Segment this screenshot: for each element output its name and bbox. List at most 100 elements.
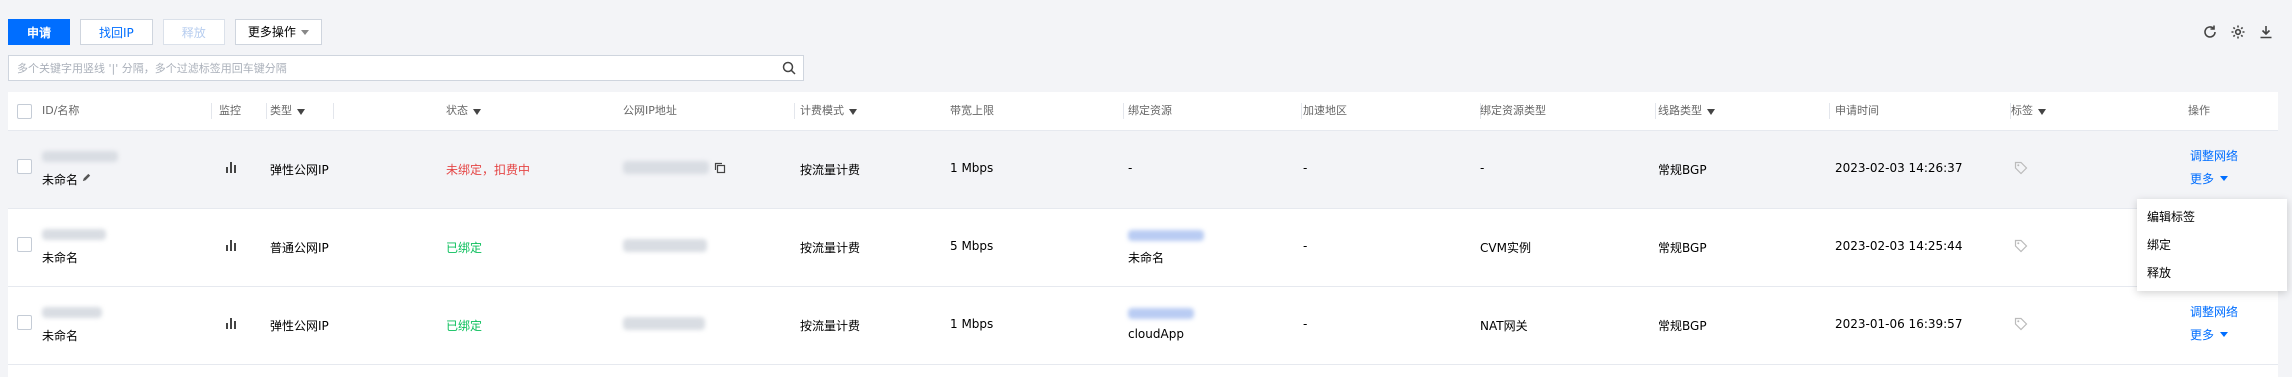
column-label: 标签 — [2011, 104, 2033, 117]
more-label: 更多 — [2190, 172, 2215, 186]
accel-region: - — [1303, 161, 1308, 175]
monitor-chart-icon[interactable] — [225, 161, 237, 176]
bound-resource-type: - — [1480, 161, 1485, 175]
masked-resource-link[interactable] — [1128, 230, 1204, 241]
search-box — [8, 55, 804, 81]
row-checkbox[interactable] — [17, 237, 32, 252]
masked-public-ip — [623, 317, 705, 330]
tag-icon[interactable] — [2014, 317, 2028, 334]
more-actions-dropdown[interactable]: 更多操作 — [234, 19, 322, 45]
tag-icon[interactable] — [2014, 239, 2028, 256]
table-header: ID/名称 监控 类型 状态 公网IP地址 计费模式 带宽上限 绑定资源 加速地… — [8, 92, 2278, 131]
table-row[interactable]: 未命名 弹性公网IP 已绑定 按流量计费 1 Mbps cloudApp - N… — [8, 287, 2278, 365]
gear-icon[interactable] — [2230, 24, 2246, 40]
masked-public-ip — [623, 161, 709, 174]
line-type: 常规BGP — [1658, 163, 1707, 177]
row-name: 未命名 — [42, 251, 79, 265]
more-label: 更多 — [2190, 328, 2215, 342]
masked-public-ip — [623, 239, 707, 252]
filter-icon[interactable] — [1707, 109, 1715, 115]
billing-mode: 按流量计费 — [800, 319, 861, 333]
select-all-checkbox[interactable] — [17, 104, 32, 119]
monitor-chart-icon[interactable] — [225, 239, 237, 254]
column-type: 类型 — [270, 92, 334, 130]
table-row[interactable]: 未命名 弹性公网IP 未绑定，扣费中 按流量计费 1 Mbps - - - 常规… — [8, 131, 2278, 209]
bound-resource: - — [1128, 161, 1133, 175]
row-checkbox[interactable] — [17, 159, 32, 174]
column-actions: 操作 — [2188, 92, 2248, 130]
table-row[interactable]: 未命名 普通公网IP 已绑定 按流量计费 5 Mbps 未命名 - CVM实例 … — [8, 209, 2278, 287]
apply-time: 2023-01-06 16:39:57 — [1835, 317, 1963, 331]
column-label: 加速地区 — [1303, 104, 1347, 117]
line-type: 常规BGP — [1658, 241, 1707, 255]
row-name: 未命名 — [42, 329, 79, 343]
retrieve-ip-button[interactable]: 找回IP — [80, 19, 153, 45]
menu-item-bind[interactable]: 绑定 — [2137, 231, 2287, 259]
search-input[interactable] — [9, 56, 765, 80]
billing-mode: 按流量计费 — [800, 163, 861, 177]
copy-icon[interactable] — [714, 162, 726, 177]
column-monitor: 监控 — [219, 92, 267, 130]
tag-icon[interactable] — [2014, 161, 2028, 178]
column-label: 公网IP地址 — [623, 104, 677, 117]
bound-resource: 未命名 — [1128, 251, 1165, 265]
bound-resource: cloudApp — [1128, 327, 1184, 341]
refresh-icon[interactable] — [2202, 24, 2218, 40]
filter-icon[interactable] — [2038, 109, 2046, 115]
ip-type: 普通公网IP — [270, 241, 329, 255]
search-icon[interactable] — [781, 60, 797, 76]
more-actions-menu: 编辑标签 绑定 释放 — [2137, 199, 2287, 291]
column-apply-time: 申请时间 — [1835, 92, 2011, 130]
filter-icon[interactable] — [297, 109, 305, 115]
column-label: 带宽上限 — [950, 104, 994, 117]
row-name: 未命名 — [42, 173, 79, 187]
eip-table: ID/名称 监控 类型 状态 公网IP地址 计费模式 带宽上限 绑定资源 加速地… — [8, 92, 2278, 377]
adjust-network-link[interactable]: 调整网络 — [2190, 147, 2238, 164]
menu-item-release[interactable]: 释放 — [2137, 259, 2287, 287]
accel-region: - — [1303, 239, 1308, 253]
eip-list-page: 申请 找回IP 释放 更多操作 ID/名称 监控 类型 状态 — [0, 0, 2292, 377]
menu-item-edit-tags[interactable]: 编辑标签 — [2137, 203, 2287, 231]
chevron-down-icon — [2220, 332, 2229, 337]
more-actions-link[interactable]: 更多 — [2190, 170, 2229, 187]
masked-instance-id — [42, 307, 102, 318]
accel-region: - — [1303, 317, 1308, 331]
column-label: 状态 — [446, 104, 468, 117]
column-status: 状态 — [446, 92, 546, 130]
column-id-name: ID/名称 — [42, 92, 212, 130]
column-bound-resource: 绑定资源 — [1128, 92, 1302, 130]
masked-resource-link[interactable] — [1128, 308, 1194, 319]
column-bound-resource-type: 绑定资源类型 — [1480, 92, 1656, 130]
row-checkbox[interactable] — [17, 315, 32, 330]
column-label: 操作 — [2188, 104, 2210, 117]
top-right-tools — [2202, 24, 2274, 40]
line-type: 常规BGP — [1658, 319, 1707, 333]
release-button[interactable]: 释放 — [162, 19, 225, 45]
bandwidth-value: 1 Mbps — [950, 161, 994, 175]
more-actions-link[interactable]: 更多 — [2190, 326, 2229, 343]
masked-instance-id — [42, 151, 118, 162]
status-text: 已绑定 — [446, 241, 483, 255]
filter-icon[interactable] — [473, 109, 481, 115]
column-label: 申请时间 — [1835, 104, 1879, 117]
monitor-chart-icon[interactable] — [225, 317, 237, 332]
download-icon[interactable] — [2258, 24, 2274, 40]
status-text: 已绑定 — [446, 319, 483, 333]
column-line-type: 线路类型 — [1658, 92, 1830, 130]
column-billing: 计费模式 — [800, 92, 910, 130]
bandwidth-value: 1 Mbps — [950, 317, 994, 331]
column-label: ID/名称 — [42, 104, 80, 117]
apply-time: 2023-02-03 14:25:44 — [1835, 239, 1963, 253]
column-label: 绑定资源类型 — [1480, 104, 1546, 117]
filter-icon[interactable] — [849, 109, 857, 115]
more-actions-label: 更多操作 — [247, 25, 296, 39]
apply-time: 2023-02-03 14:26:37 — [1835, 161, 1963, 175]
masked-instance-id — [42, 229, 106, 240]
column-label: 监控 — [219, 104, 241, 117]
status-text: 未绑定，扣费中 — [446, 163, 531, 177]
ip-type: 弹性公网IP — [270, 163, 329, 177]
apply-button[interactable]: 申请 — [8, 19, 71, 45]
adjust-network-link[interactable]: 调整网络 — [2190, 303, 2238, 320]
edit-pencil-icon[interactable] — [81, 172, 92, 186]
column-tags: 标签 — [2011, 92, 2071, 130]
